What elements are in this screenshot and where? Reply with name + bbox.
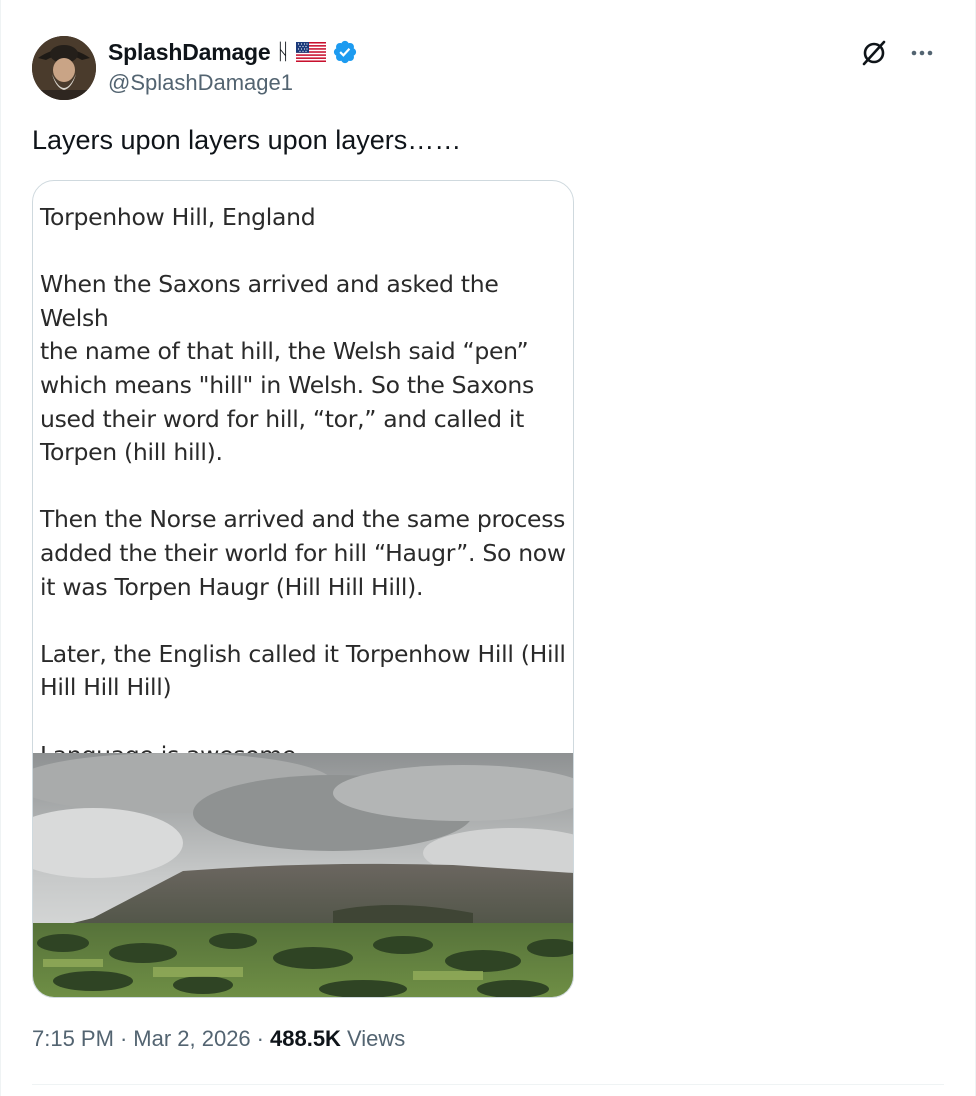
meta-separator: · — [119, 1026, 128, 1051]
media-paragraph: Then the Norse arrived and the same proc… — [40, 505, 566, 601]
media-paragraph: Torpenhow Hill, England — [40, 203, 316, 231]
avatar[interactable] — [32, 36, 96, 100]
hill-landscape-photo — [33, 753, 573, 997]
author-display-name[interactable]: SplashDamage — [108, 39, 271, 66]
tweet-media-image[interactable]: Torpenhow Hill, England When the Saxons … — [32, 180, 574, 998]
views-label[interactable]: Views — [347, 1026, 405, 1052]
tweet-card: SplashDamage ᚺ @SplashDamage1 Layers upo… — [0, 0, 976, 1096]
media-paragraph: Later, the English called it Torpenhow H… — [40, 639, 566, 702]
tweet-actions-top — [857, 36, 939, 70]
verified-badge-icon[interactable] — [332, 39, 358, 65]
author-handle[interactable]: @SplashDamage1 — [108, 70, 293, 96]
divider — [32, 1084, 944, 1085]
us-flag-icon — [295, 42, 326, 62]
media-text-block: Torpenhow Hill, England When the Saxons … — [40, 201, 573, 806]
meta-separator: · — [256, 1026, 264, 1051]
grok-icon[interactable] — [857, 36, 891, 70]
tweet-time[interactable]: 7:15 PM — [32, 1026, 114, 1052]
tweet-meta: 7:15 PM · Mar 2, 2026 · 488.5K Views — [32, 1026, 405, 1052]
media-paragraph: When the Saxons arrived and asked the We… — [40, 270, 534, 467]
views-count[interactable]: 488.5K — [270, 1026, 341, 1052]
tweet-text: Layers upon layers upon layers…… — [32, 125, 462, 155]
rune-icon: ᚺ — [276, 39, 290, 65]
more-options-icon[interactable] — [905, 36, 939, 70]
author-name-row[interactable]: SplashDamage ᚺ — [108, 36, 358, 68]
tweet-date[interactable]: Mar 2, 2026 — [133, 1026, 250, 1052]
